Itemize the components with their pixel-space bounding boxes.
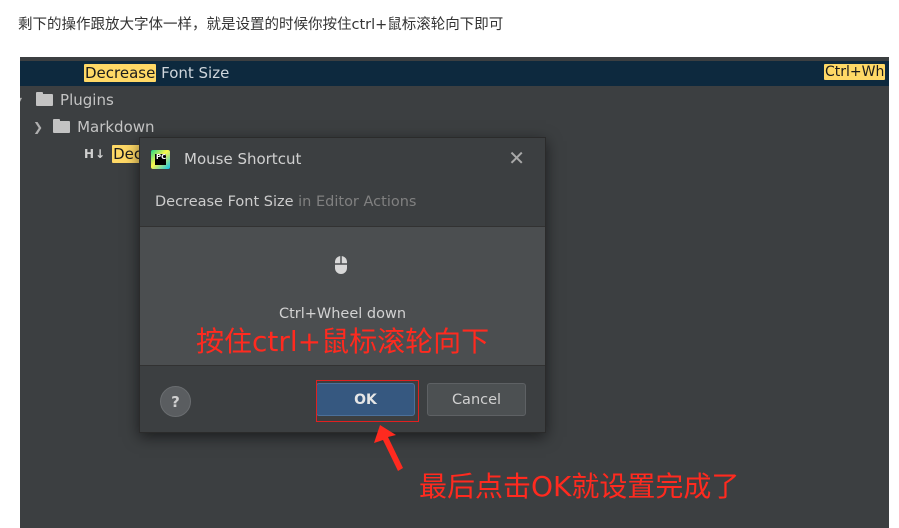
keymap-row-shortcut: Ctrl+Wh — [824, 64, 886, 80]
folder-icon — [53, 119, 71, 133]
action-description: Decrease Font Size in Editor Actions — [155, 194, 416, 210]
folder-icon — [36, 92, 54, 106]
dialog-title: Mouse Shortcut — [184, 150, 302, 168]
tree-item-markdown[interactable]: ❯ Markdown — [33, 118, 155, 136]
search-highlight: Decrease — [84, 64, 157, 82]
chevron-down-icon: ❯ — [33, 120, 44, 134]
pycharm-icon: PC — [151, 149, 170, 169]
action-name: Decrease Font Size — [155, 194, 294, 210]
final-note-annotation: 最后点击OK就设置完成了 — [419, 470, 740, 503]
article-paragraph: 剩下的操作跟放大字体一样，就是设置的时候你按住ctrl+鼠标滚轮向下即可 — [18, 17, 504, 33]
tree-item-plugins[interactable]: ▾ Plugins — [20, 91, 114, 109]
action-context: in Editor Actions — [293, 194, 417, 210]
instruction-annotation: 按住ctrl+鼠标滚轮向下 — [196, 325, 490, 358]
keymap-row-label-rest: Font Size — [156, 64, 230, 82]
ide-screenshot: Decrease Font Size Ctrl+Wh ▾ Plugins ❯ M… — [20, 57, 889, 528]
cancel-button[interactable]: Cancel — [427, 383, 526, 416]
dialog-title-bar: PC Mouse Shortcut ✕ — [140, 138, 545, 180]
ok-highlight-box — [316, 380, 419, 422]
shortcut-highlight: Ctrl+Wh — [824, 64, 886, 80]
close-icon[interactable]: ✕ — [508, 147, 525, 169]
keymap-row-label: Decrease Font Size — [84, 64, 229, 82]
markdown-header-icon: H↓ — [84, 147, 107, 161]
help-button[interactable]: ? — [160, 386, 191, 417]
mouse-icon — [335, 256, 347, 274]
arrow-up-icon — [374, 425, 403, 471]
captured-shortcut: Ctrl+Wheel down — [278, 306, 407, 322]
tree-item-markdown-decrease[interactable]: H↓ Dec — [84, 145, 144, 163]
tree-item-label: Markdown — [77, 118, 155, 136]
tree-item-label: Plugins — [60, 91, 114, 109]
chevron-down-icon: ▾ — [20, 93, 22, 107]
